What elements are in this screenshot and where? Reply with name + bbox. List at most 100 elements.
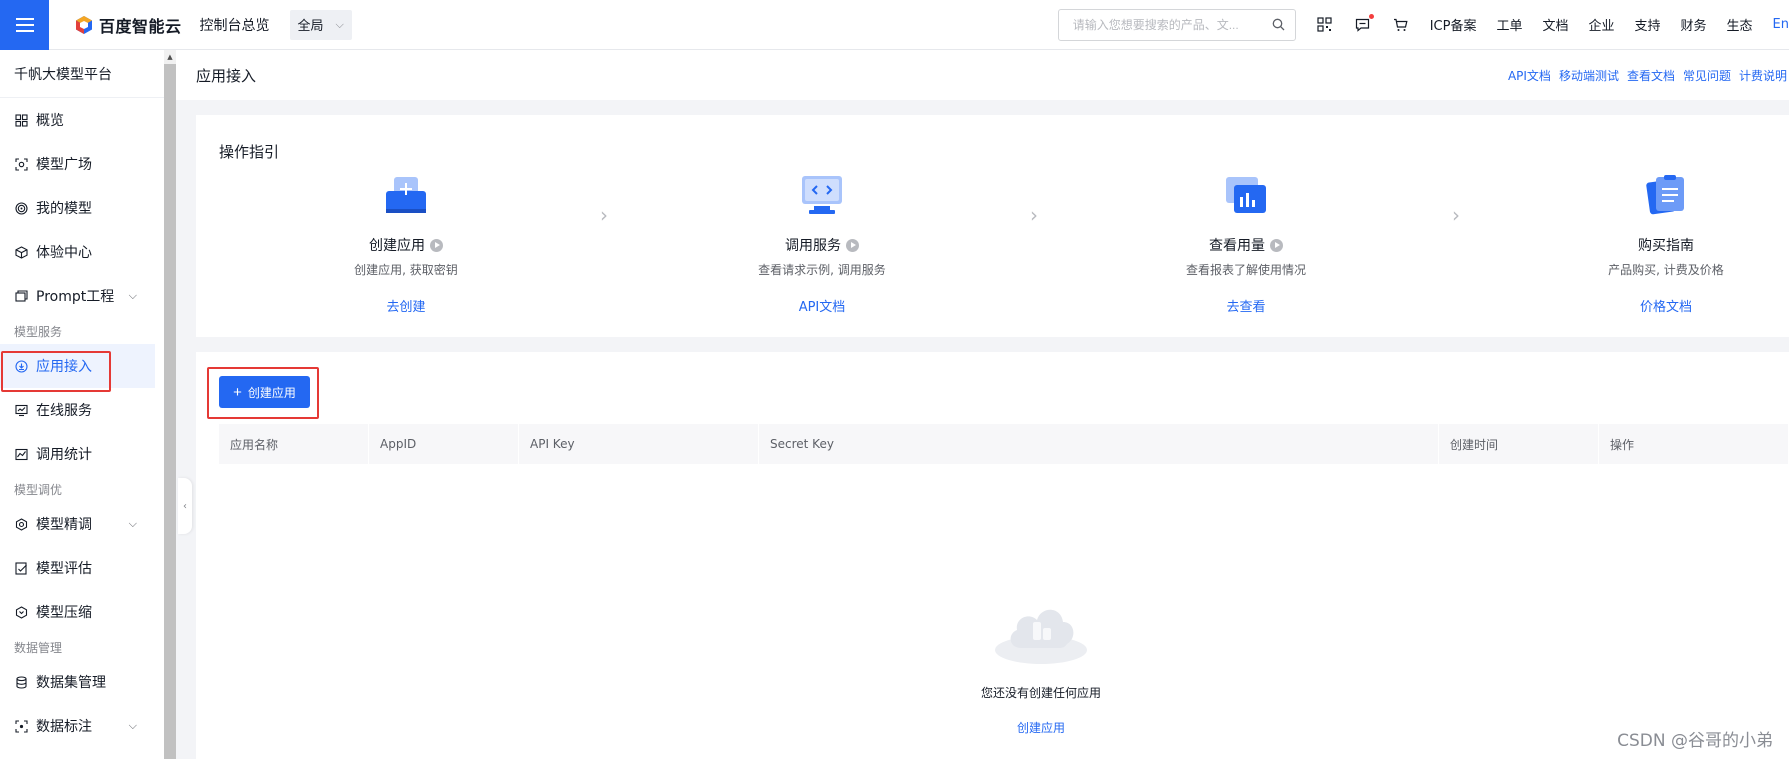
column-appid: AppID — [369, 424, 519, 464]
cart-button[interactable] — [1392, 16, 1410, 34]
scan-icon — [14, 157, 28, 171]
sidebar-collapse-handle[interactable]: ‹ — [178, 478, 192, 534]
play-video-icon[interactable] — [846, 238, 859, 252]
search-input[interactable] — [1072, 17, 1272, 32]
link-faq[interactable]: 常见问题 — [1683, 67, 1731, 84]
step-desc: 查看报表了解使用情况 — [1185, 263, 1306, 277]
scope-value: 全局 — [297, 19, 324, 34]
purchase-guide-icon — [1646, 175, 1684, 215]
step-name-text: 创建应用 — [369, 238, 425, 254]
sidebar-item-label: 体验中心 — [36, 245, 92, 261]
column-actions: 操作 — [1599, 424, 1789, 464]
step-link-api-docs[interactable]: API文档 — [722, 296, 922, 315]
app-list-card: + 创建应用 应用名称 AppID API Key Secret Key 创建时… — [196, 352, 1789, 759]
topnav-finance[interactable]: 财务 — [1681, 15, 1707, 34]
sidebar-item-experience-center[interactable]: 体验中心 — [0, 230, 155, 274]
cart-icon — [1394, 18, 1408, 31]
link-mobile-test[interactable]: 移动端测试 — [1559, 67, 1619, 84]
step-link-go-create[interactable]: 去创建 — [306, 296, 506, 315]
sidebar-item-online-service[interactable]: 在线服务 — [0, 388, 155, 432]
step-link-go-view[interactable]: 去查看 — [1146, 296, 1346, 315]
header-links: API文档 移动端测试 查看文档 常见问题 计费说明 — [1500, 67, 1789, 84]
chevron-left-icon: ‹ — [183, 500, 187, 512]
sidebar-item-label: 我的模型 — [36, 201, 92, 217]
step-name-text: 购买指南 — [1638, 238, 1694, 254]
topnav-ecosystem[interactable]: 生态 — [1727, 15, 1753, 34]
label-icon — [14, 719, 28, 733]
messages-button[interactable] — [1354, 13, 1374, 34]
table-header: 应用名称 AppID API Key Secret Key 创建时间 操作 — [219, 424, 1789, 464]
scroll-up-arrow-icon[interactable]: ▲ — [164, 50, 176, 64]
sidebar-item-prompt[interactable]: Prompt工程 ⌵ — [0, 274, 155, 318]
sidebar-item-model-square[interactable]: 模型广场 — [0, 142, 155, 186]
hamburger-menu-button[interactable] — [0, 0, 49, 50]
brand-logo[interactable]: 百度智能云 — [74, 13, 182, 37]
sidebar-item-label: 模型压缩 — [36, 605, 92, 621]
qrcode-icon — [1317, 17, 1332, 32]
sidebar-item-annotation[interactable]: 数据标注 ⌵ — [0, 704, 155, 748]
sidebar-item-label: 模型评估 — [36, 561, 92, 577]
notification-dot — [1368, 13, 1374, 19]
column-app-name: 应用名称 — [219, 424, 369, 464]
usage-report-icon — [1226, 177, 1266, 213]
link-api-docs[interactable]: API文档 — [1508, 67, 1551, 84]
play-video-icon[interactable] — [1270, 238, 1283, 252]
sidebar-title: 千帆大模型平台 — [0, 50, 164, 98]
sidebar-group-model-tuning: 模型调优 — [14, 482, 63, 497]
sidebar-item-overview[interactable]: 概览 — [0, 98, 155, 142]
chevron-right-icon: › — [600, 203, 608, 227]
sidebar-group-data: 数据管理 — [14, 640, 63, 655]
empty-state: 您还没有创建任何应用 创建应用 — [196, 592, 1789, 736]
cube-icon — [14, 245, 28, 259]
sidebar-item-label: 在线服务 — [36, 403, 92, 419]
qrcode-button[interactable] — [1316, 16, 1334, 34]
global-search[interactable] — [1057, 8, 1296, 41]
step-name: 购买指南 — [1566, 235, 1766, 255]
topnav-ticket[interactable]: 工单 — [1496, 15, 1522, 34]
topnav-icp[interactable]: ICP备案 — [1430, 15, 1477, 34]
region-scope-select[interactable]: 全局 ⌵ — [289, 9, 352, 40]
step-link-price-docs[interactable]: 价格文档 — [1566, 296, 1766, 315]
step-desc: 查看请求示例, 调用服务 — [758, 263, 886, 277]
search-icon[interactable] — [1272, 18, 1285, 31]
operation-guide-card: 操作指引 创建应用 创建应用, 获取密钥 去创建 › 调用服务 查看请求示例, — [196, 115, 1789, 337]
sidebar-item-my-models[interactable]: 我的模型 — [0, 186, 155, 230]
guide-title: 操作指引 — [219, 143, 280, 161]
sidebar-scrollbar[interactable] — [164, 50, 176, 759]
sidebar-item-dataset[interactable]: 数据集管理 — [0, 660, 155, 704]
sidebar-item-label: Prompt工程 — [36, 289, 115, 305]
sidebar-item-compression[interactable]: 模型压缩 — [0, 590, 155, 634]
sidebar-nav: 概览 模型广场 我的模型 体验中心 Prompt工程 ⌵ 模型服务 应用接入 在… — [0, 98, 164, 748]
sidebar-item-label: 概览 — [36, 113, 64, 129]
sidebar-group-model-service: 模型服务 — [14, 324, 63, 339]
step-name-text: 调用服务 — [785, 238, 841, 254]
column-created-time: 创建时间 — [1439, 424, 1599, 464]
link-view-docs[interactable]: 查看文档 — [1627, 67, 1675, 84]
step-name-text: 查看用量 — [1209, 238, 1265, 254]
step-name: 查看用量 — [1146, 235, 1346, 255]
play-video-icon[interactable] — [430, 238, 443, 252]
chart-icon — [14, 447, 28, 461]
language-switch[interactable]: En — [1773, 17, 1789, 32]
sidebar-item-fine-tuning[interactable]: 模型精调 ⌵ — [0, 502, 155, 546]
evaluate-icon — [14, 561, 28, 575]
brand-name: 百度智能云 — [99, 16, 182, 36]
step-desc: 产品购买, 计费及价格 — [1608, 263, 1724, 277]
sidebar-item-call-statistics[interactable]: 调用统计 — [0, 432, 155, 476]
guide-step-call-service: 调用服务 查看请求示例, 调用服务 API文档 — [722, 173, 922, 315]
link-billing[interactable]: 计费说明 — [1739, 67, 1787, 84]
chevron-down-icon: ⌵ — [128, 517, 137, 530]
console-overview-link[interactable]: 控制台总览 — [200, 15, 270, 35]
highlight-box-sidebar — [1, 351, 111, 392]
grid-icon — [14, 113, 28, 127]
sidebar-item-evaluation[interactable]: 模型评估 — [0, 546, 155, 590]
highlight-box-create-button — [207, 367, 319, 419]
guide-step-create-app: 创建应用 创建应用, 获取密钥 去创建 — [306, 173, 506, 315]
topnav-docs[interactable]: 文档 — [1542, 15, 1568, 34]
sidebar-item-label: 模型精调 — [36, 517, 92, 533]
empty-create-app-link[interactable]: 创建应用 — [196, 719, 1789, 736]
guide-step-view-usage: 查看用量 查看报表了解使用情况 去查看 — [1146, 173, 1346, 315]
topnav-support[interactable]: 支持 — [1635, 15, 1661, 34]
page-header: 应用接入 API文档 移动端测试 查看文档 常见问题 计费说明 — [176, 50, 1789, 100]
topnav-enterprise[interactable]: 企业 — [1588, 15, 1614, 34]
